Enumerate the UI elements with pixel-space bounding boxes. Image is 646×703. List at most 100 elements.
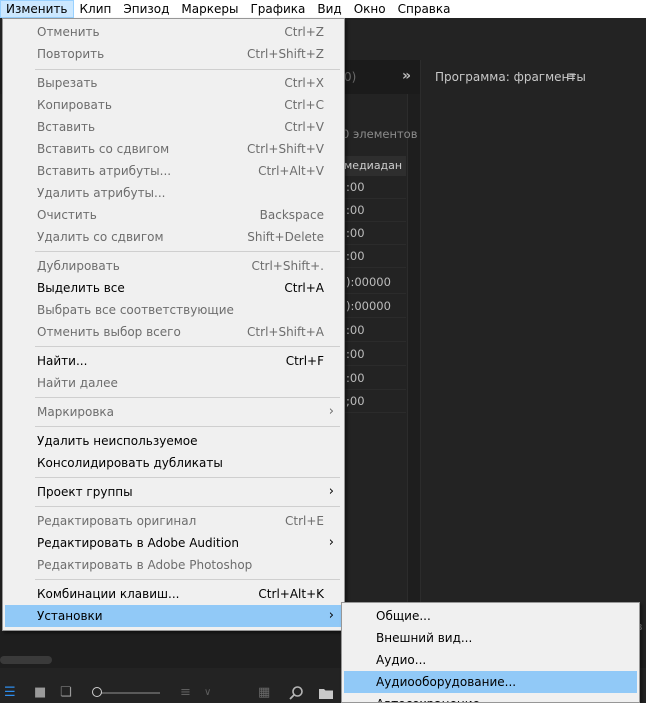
menu-item-remove-attributes[interactable]: Удалить атрибуты... xyxy=(5,182,342,204)
menu-item-select-all-matching[interactable]: Выбрать все соответствующие xyxy=(5,299,342,321)
menu-separator xyxy=(35,397,340,398)
menu-item-label: Копировать xyxy=(37,98,112,112)
menu-item-label: Очистить xyxy=(37,208,97,222)
menu-item-remove-unused[interactable]: Удалить неиспользуемое xyxy=(5,430,342,452)
menu-separator xyxy=(35,426,340,427)
project-row[interactable]: :00 xyxy=(340,199,406,222)
menu-item-edit-original[interactable]: Редактировать оригинал Ctrl+E xyxy=(5,510,342,532)
media-column-header[interactable]: медиадан xyxy=(340,156,406,176)
menu-item-label: Установки xyxy=(37,609,103,623)
menu-item-label: Проект группы xyxy=(37,485,133,499)
program-monitor-title[interactable]: Программа: фрагменты xyxy=(435,70,586,84)
menu-item-redo[interactable]: Повторить Ctrl+Shift+Z xyxy=(5,43,342,65)
submenu-item-audio[interactable]: Аудио... xyxy=(344,649,637,671)
menu-clip[interactable]: Клип xyxy=(74,0,118,18)
chevron-down-icon[interactable]: ∨ xyxy=(204,686,211,700)
menu-item-label: Маркировка xyxy=(37,405,115,419)
menu-item-undo[interactable]: Отменить Ctrl+Z xyxy=(5,21,342,43)
menu-item-label: Отменить выбор всего xyxy=(37,325,181,339)
menu-window[interactable]: Окно xyxy=(348,0,392,18)
project-row[interactable]: :00 xyxy=(340,222,406,245)
list-view-icon[interactable]: ☰ xyxy=(4,686,16,700)
scrollbar-thumb[interactable] xyxy=(0,656,52,664)
menu-item-deselect-all[interactable]: Отменить выбор всего Ctrl+Shift+A xyxy=(5,321,342,343)
menu-item-label: Отменить xyxy=(37,25,100,39)
menu-item-duplicate[interactable]: Дублировать Ctrl+Shift+. xyxy=(5,255,342,277)
zoom-slider-track[interactable] xyxy=(100,692,160,694)
submenu-item-label: Аудиооборудование... xyxy=(376,675,517,689)
menu-item-label: Дублировать xyxy=(37,259,120,273)
project-row[interactable]: ):00000 xyxy=(340,271,406,294)
menu-item-paste[interactable]: Вставить Ctrl+V xyxy=(5,116,342,138)
chevron-right-icon: › xyxy=(328,404,334,419)
chevron-right-icon: › xyxy=(328,484,334,499)
menu-item-shortcut: Ctrl+Shift+V xyxy=(247,142,324,156)
menu-item-label: Удалить со сдвигом xyxy=(37,230,164,244)
menu-item-label: Найти... xyxy=(37,354,88,368)
menu-item-preferences[interactable]: Установки › xyxy=(5,605,342,627)
submenu-item-general[interactable]: Общие... xyxy=(344,605,637,627)
submenu-item-autosave[interactable]: Автосохранение... xyxy=(344,693,637,702)
panel-tab-fragment: 0) xyxy=(344,70,357,84)
icon-view-icon[interactable]: ■ xyxy=(34,686,46,700)
menu-view[interactable]: Вид xyxy=(311,0,347,18)
menubar: Изменить Клип Эпизод Маркеры Графика Вид… xyxy=(0,0,646,18)
search-icon[interactable] xyxy=(288,685,304,701)
menu-item-shortcut: Ctrl+Shift+. xyxy=(251,259,324,273)
program-monitor-panel xyxy=(420,60,646,660)
menu-item-cut[interactable]: Вырезать Ctrl+X xyxy=(5,72,342,94)
menu-item-label: Консолидировать дубликаты xyxy=(37,456,223,470)
menu-item-label: Вставить атрибуты... xyxy=(37,164,172,178)
project-items-count: 0 элементов xyxy=(342,127,418,141)
folder-icon[interactable] xyxy=(318,686,334,700)
project-row[interactable]: :00 xyxy=(340,176,406,199)
project-row[interactable]: :00 xyxy=(340,343,406,366)
menu-item-find[interactable]: Найти... Ctrl+F xyxy=(5,350,342,372)
menu-separator xyxy=(35,69,340,70)
expand-panels-icon[interactable]: » xyxy=(402,68,411,84)
menu-item-label: Редактировать в Adobe Photoshop xyxy=(37,558,253,572)
menu-item-label: Найти далее xyxy=(37,376,118,390)
menu-item-find-next[interactable]: Найти далее xyxy=(5,372,342,394)
menu-item-shortcut: Backspace xyxy=(259,208,324,222)
menu-item-shortcut: Ctrl+X xyxy=(284,76,324,90)
menu-item-keyboard-shortcuts[interactable]: Комбинации клавиш... Ctrl+Alt+K xyxy=(5,583,342,605)
project-row[interactable]: ;00 xyxy=(340,390,406,413)
menu-item-paste-insert[interactable]: Вставить со сдвигом Ctrl+Shift+V xyxy=(5,138,342,160)
project-row[interactable]: ):00000 xyxy=(340,295,406,318)
sort-icon[interactable]: ≡ xyxy=(180,686,191,700)
menu-separator xyxy=(35,579,340,580)
panel-menu-icon[interactable]: ≡ xyxy=(566,69,576,83)
menu-markers[interactable]: Маркеры xyxy=(175,0,244,18)
project-row[interactable]: :00 xyxy=(340,245,406,268)
menu-edit[interactable]: Изменить xyxy=(0,0,74,18)
submenu-item-label: Внешний вид... xyxy=(376,631,473,645)
menu-item-ripple-delete[interactable]: Удалить со сдвигом Shift+Delete xyxy=(5,226,342,248)
menu-item-team-project[interactable]: Проект группы › xyxy=(5,481,342,503)
automate-to-sequence-icon[interactable]: ▦ xyxy=(258,686,270,700)
menu-item-shortcut: Ctrl+E xyxy=(285,514,324,528)
menu-item-copy[interactable]: Копировать Ctrl+C xyxy=(5,94,342,116)
submenu-item-appearance[interactable]: Внешний вид... xyxy=(344,627,637,649)
menu-help[interactable]: Справка xyxy=(392,0,457,18)
zoom-slider-knob[interactable] xyxy=(92,687,102,697)
project-row[interactable]: :00 xyxy=(340,319,406,342)
menu-item-paste-attributes[interactable]: Вставить атрибуты... Ctrl+Alt+V xyxy=(5,160,342,182)
menu-item-label-color[interactable]: Маркировка › xyxy=(5,401,342,423)
menu-item-shortcut: Ctrl+F xyxy=(285,354,324,368)
menu-item-select-all[interactable]: Выделить все Ctrl+A xyxy=(5,277,342,299)
submenu-item-audio-hardware[interactable]: Аудиооборудование... xyxy=(344,671,637,693)
menu-sequence[interactable]: Эпизод xyxy=(117,0,175,18)
menu-item-label: Удалить атрибуты... xyxy=(37,186,166,200)
menu-separator xyxy=(35,346,340,347)
project-row[interactable]: :00 xyxy=(340,367,406,390)
menu-item-edit-in-audition[interactable]: Редактировать в Adobe Audition › xyxy=(5,532,342,554)
menu-item-edit-in-photoshop[interactable]: Редактировать в Adobe Photoshop xyxy=(5,554,342,576)
menu-item-consolidate-duplicates[interactable]: Консолидировать дубликаты xyxy=(5,452,342,474)
freeform-view-icon[interactable]: ❏ xyxy=(60,686,72,700)
menu-graphics[interactable]: Графика xyxy=(244,0,311,18)
menu-item-clear[interactable]: Очистить Backspace xyxy=(5,204,342,226)
menu-item-label: Редактировать оригинал xyxy=(37,514,197,528)
menu-item-shortcut: Ctrl+Z xyxy=(284,25,324,39)
menu-item-shortcut: Ctrl+Shift+Z xyxy=(247,47,324,61)
